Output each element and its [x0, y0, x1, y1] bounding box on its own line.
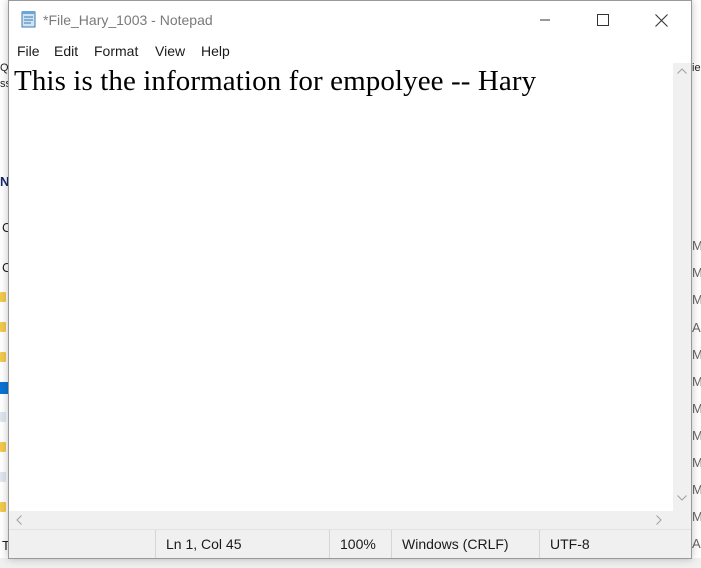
horizontal-scrollbar[interactable] — [9, 511, 673, 529]
folder-icon — [0, 322, 6, 332]
selected-item-marker — [0, 382, 8, 394]
minimize-button[interactable] — [516, 1, 574, 39]
menu-file[interactable]: File — [17, 43, 40, 59]
background-text-fragment: M — [692, 401, 701, 416]
background-text-fragment: ie — [692, 62, 701, 74]
folder-icon — [0, 292, 6, 302]
close-button[interactable] — [632, 1, 690, 39]
folder-icon — [0, 352, 6, 362]
status-zoom: 100% — [329, 530, 391, 558]
text-editor[interactable]: This is the information for empolyee -- … — [9, 63, 673, 511]
background-text-fragment: M — [692, 482, 701, 497]
menu-edit[interactable]: Edit — [54, 43, 78, 59]
background-text-fragment: M — [692, 509, 701, 524]
status-encoding: UTF-8 — [539, 530, 691, 558]
scroll-left-arrow-icon[interactable] — [16, 515, 22, 525]
maximize-button[interactable] — [574, 1, 632, 39]
menu-format[interactable]: Format — [94, 43, 138, 59]
background-text-fragment: M — [692, 374, 701, 389]
status-line-ending: Windows (CRLF) — [391, 530, 539, 558]
maximize-icon — [597, 14, 609, 26]
background-text-fragment: M — [692, 292, 701, 307]
close-icon — [654, 13, 668, 27]
background-text-fragment: M — [692, 238, 701, 253]
scroll-up-arrow-icon[interactable] — [677, 68, 687, 74]
folder-icon — [0, 502, 6, 512]
background-text-fragment: M — [692, 265, 701, 280]
background-window-right: ie M M M A M M M M M M M A — [692, 0, 701, 568]
window-title: *File_Hary_1003 - Notepad — [43, 12, 213, 28]
background-text-fragment: M — [692, 347, 701, 362]
folder-icon — [0, 442, 6, 452]
editor-content[interactable]: This is the information for empolyee -- … — [14, 65, 536, 98]
status-bar: Ln 1, Col 45 100% Windows (CRLF) UTF-8 — [9, 529, 691, 558]
document-icon — [0, 472, 6, 482]
menu-bar: File Edit Format View Help — [9, 39, 691, 63]
minimize-icon — [540, 19, 550, 21]
notepad-window: *File_Hary_1003 - Notepad File Edit Form… — [8, 0, 692, 559]
background-text-fragment: A — [692, 536, 701, 551]
notepad-icon — [21, 11, 36, 28]
menu-view[interactable]: View — [155, 43, 185, 59]
scroll-down-arrow-icon[interactable] — [677, 495, 687, 501]
background-text-fragment: M — [692, 455, 701, 470]
document-icon — [0, 412, 6, 422]
background-window-bottom — [0, 558, 701, 568]
scrollbar-corner — [673, 511, 691, 529]
scroll-right-arrow-icon[interactable] — [656, 515, 662, 525]
background-text-fragment: M — [692, 428, 701, 443]
title-bar[interactable]: *File_Hary_1003 - Notepad — [9, 1, 691, 39]
status-cursor-position: Ln 1, Col 45 — [155, 530, 329, 558]
background-text-fragment: A — [692, 320, 701, 335]
menu-help[interactable]: Help — [201, 43, 230, 59]
vertical-scrollbar[interactable] — [673, 63, 691, 511]
